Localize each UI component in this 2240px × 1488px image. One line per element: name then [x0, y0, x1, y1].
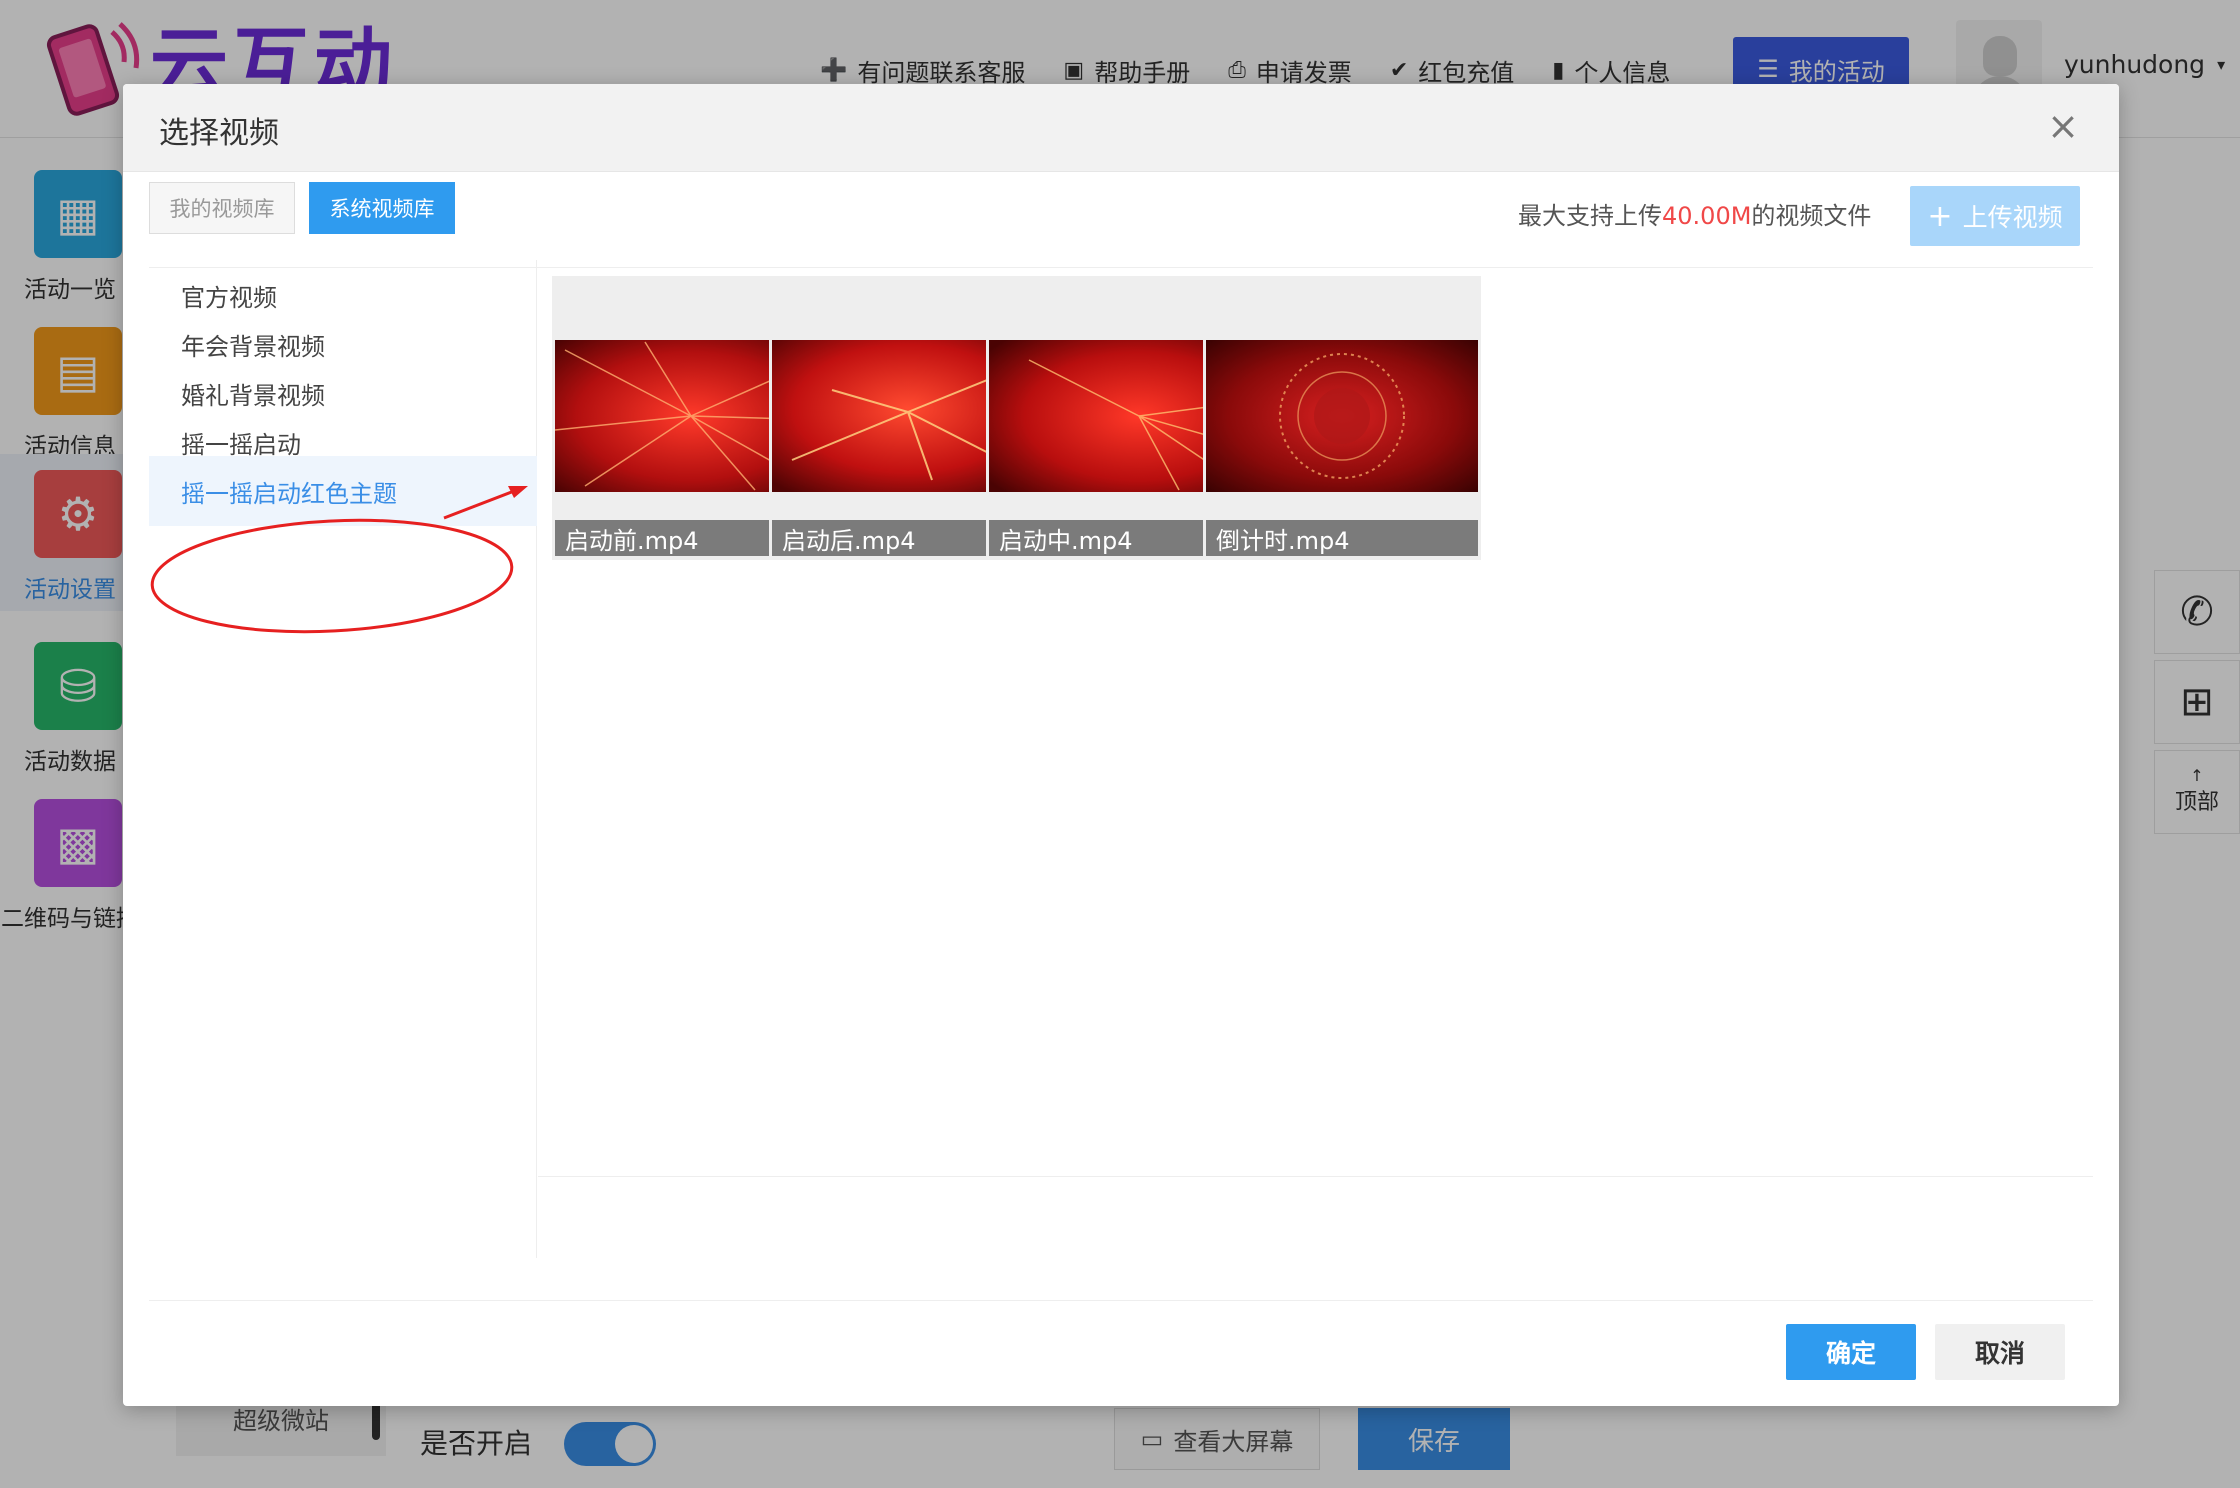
tab-system-video-library[interactable]: 系统视频库: [309, 182, 455, 234]
upload-limit-text: 最大支持上传40.00M的视频文件: [1518, 202, 1872, 230]
select-video-dialog: 选择视频 × 我的视频库 系统视频库 最大支持上传40.00M的视频文件 + 上…: [123, 84, 2119, 1406]
category-item-active[interactable]: 摇一摇启动红色主题: [149, 456, 537, 526]
video-card[interactable]: 倒计时.mp4: [1203, 276, 1481, 560]
close-icon[interactable]: ×: [2047, 104, 2079, 148]
upload-limit-size: 40.00M: [1662, 202, 1752, 230]
video-grid: 启动前.mp4 启动后.mp4 启动中.mp4 倒计时.mp4: [538, 260, 2093, 1258]
dialog-header: 选择视频 ×: [123, 84, 2119, 172]
dialog-title: 选择视频: [159, 116, 279, 151]
divider: [538, 1176, 2093, 1177]
divider: [149, 1300, 2093, 1301]
video-thumbnail: [1206, 340, 1478, 492]
video-name: 倒计时.mp4: [1206, 520, 1478, 556]
upload-video-label: 上传视频: [1962, 203, 2063, 232]
category-list: 官方视频 年会背景视频 婚礼背景视频 摇一摇启动 摇一摇启动红色主题: [149, 260, 537, 1258]
confirm-button[interactable]: 确定: [1786, 1324, 1916, 1380]
tab-my-video-library[interactable]: 我的视频库: [149, 182, 295, 234]
upload-video-button[interactable]: + 上传视频: [1910, 186, 2080, 246]
cancel-button[interactable]: 取消: [1935, 1324, 2065, 1380]
plus-icon: +: [1927, 198, 1953, 234]
